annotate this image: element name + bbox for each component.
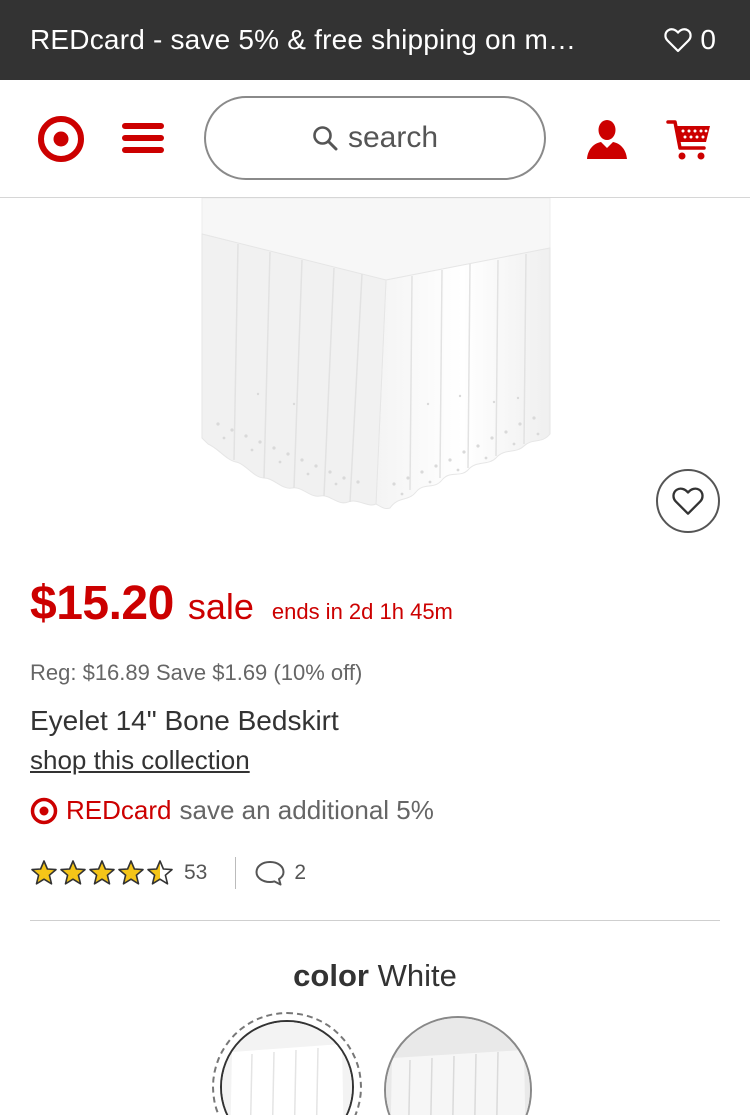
star-icon: [147, 860, 173, 885]
search-placeholder: search: [347, 121, 439, 154]
add-to-favorites-button[interactable]: [656, 469, 720, 533]
ratings-row: 53 2: [30, 856, 306, 890]
color-selector-label: color White: [0, 958, 750, 994]
sale-label: sale: [187, 586, 254, 627]
bedskirt-image: [198, 198, 552, 518]
cart-icon[interactable]: [666, 118, 712, 162]
product-title: Eyelet 14" Bone Bedskirt: [30, 705, 339, 736]
redcard-name: REDcard: [66, 795, 172, 825]
star-icon: [89, 860, 115, 885]
section-divider: [30, 920, 720, 921]
heart-icon: [664, 28, 693, 53]
product-image[interactable]: [198, 198, 552, 518]
color-swatch-selected[interactable]: [212, 1012, 362, 1115]
selected-color: White: [377, 958, 457, 993]
heart-icon: [672, 487, 704, 515]
search-icon: [313, 126, 338, 151]
target-logo-icon[interactable]: [38, 116, 84, 162]
color-swatch[interactable]: [384, 1016, 532, 1115]
search-input[interactable]: search: [204, 96, 546, 180]
favorites-count: 0: [700, 24, 716, 55]
question-bubble-icon[interactable]: [254, 859, 286, 887]
swatch-image: [222, 1022, 352, 1115]
price-row: $15.20 sale ends in 2d 1h 45m: [30, 576, 453, 631]
regular-price: Reg: $16.89 Save $1.69 (10% off): [30, 660, 363, 685]
account-icon[interactable]: [585, 118, 629, 160]
promo-text[interactable]: REDcard - save 5% & free shipping on m…: [30, 24, 576, 56]
sale-price: $15.20: [30, 577, 174, 630]
site-header: search: [0, 80, 750, 198]
star-icon: [118, 860, 144, 885]
menu-icon[interactable]: [122, 123, 164, 155]
target-logo-icon: [30, 797, 58, 824]
color-label: color: [293, 958, 369, 993]
star-icon: [60, 860, 86, 885]
star-icon: [31, 860, 57, 885]
redcard-offer-text: save an additional 5%: [179, 795, 434, 825]
divider: [235, 857, 237, 889]
swatch-image: [386, 1018, 530, 1115]
redcard-offer[interactable]: REDcard save an additional 5%: [30, 795, 434, 826]
rating-count[interactable]: 53: [184, 861, 207, 885]
question-count[interactable]: 2: [294, 861, 306, 885]
sale-countdown: ends in 2d 1h 45m: [271, 599, 453, 624]
favorites-link[interactable]: 0: [664, 24, 716, 56]
promo-bar: REDcard - save 5% & free shipping on m… …: [0, 0, 750, 80]
star-rating[interactable]: [30, 859, 174, 887]
shop-collection-link[interactable]: shop this collection: [30, 745, 250, 776]
